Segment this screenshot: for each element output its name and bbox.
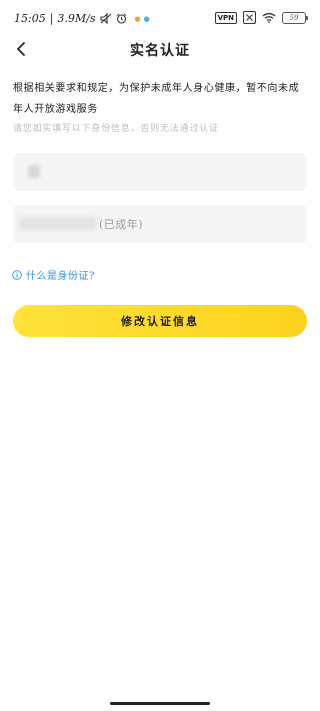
name-field[interactable] (13, 153, 307, 191)
app-notification-icon: ● (134, 14, 141, 23)
status-right: VPN 59 (214, 11, 308, 24)
id-number-field[interactable]: (已成年) (13, 205, 307, 243)
app-notification-icon: ● (143, 14, 150, 23)
adult-status-label: (已成年) (99, 218, 144, 231)
status-time: 15:05 (14, 12, 46, 25)
home-indicator[interactable] (110, 702, 210, 705)
alarm-icon (116, 13, 126, 24)
network-speed: 3.9M/s (57, 12, 96, 25)
what-is-id-link[interactable]: 什么是身份证? (12, 267, 95, 282)
status-bar: 15:05 | 3.9M/s ● ● VPN 59 (0, 0, 320, 34)
modify-verification-button[interactable]: 修改认证信息 (13, 305, 307, 337)
vpn-indicator: VPN (214, 11, 237, 24)
no-sim-icon (243, 11, 256, 24)
battery-icon: 59 (282, 11, 308, 24)
name-value-redacted (28, 165, 40, 178)
nav-header: 实名认证 (0, 34, 320, 64)
help-link-label: 什么是身份证? (26, 271, 95, 282)
notice-text: 根据相关要求和规定，为保护未成年人身心健康，暂不向未成年人开放游戏服务 (13, 83, 300, 115)
mute-icon (99, 13, 111, 24)
id-value-redacted (19, 217, 97, 230)
page-title: 实名认证 (130, 43, 190, 59)
info-icon (12, 269, 22, 280)
wifi-icon (262, 13, 276, 23)
status-left: 15:05 | 3.9M/s ● ● (14, 12, 150, 25)
hint-text: 请您如实填写以下身份信息，否则无法通过认证 (13, 124, 219, 134)
battery-level: 59 (289, 13, 299, 22)
